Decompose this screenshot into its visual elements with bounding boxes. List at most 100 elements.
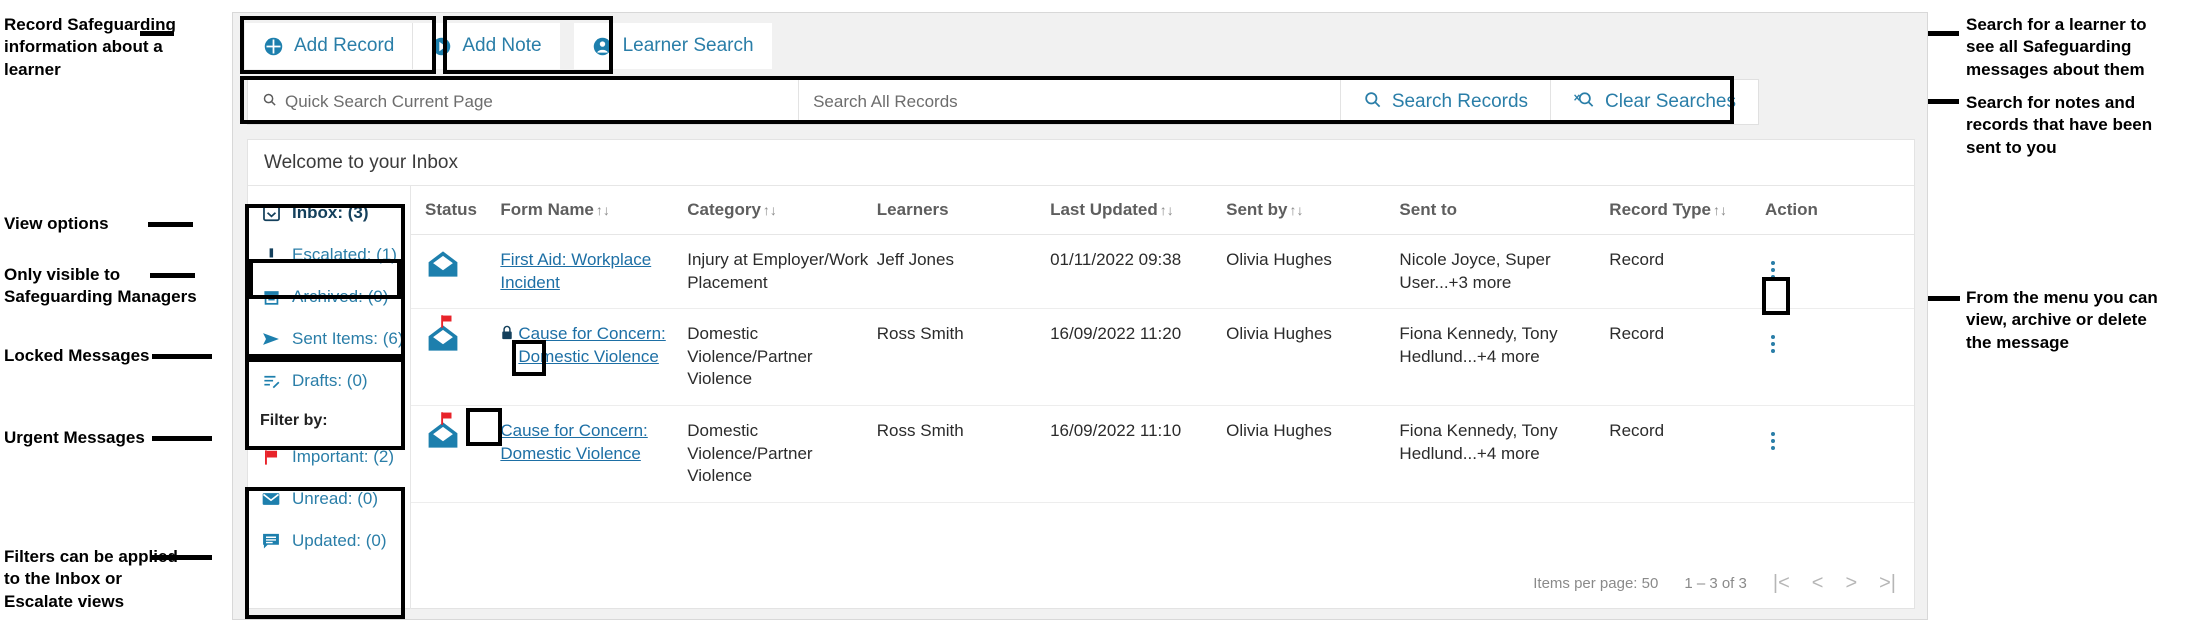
column-category-label: Category — [687, 200, 761, 219]
annotation-record-info: Record Safeguarding information about a … — [4, 15, 176, 79]
column-category[interactable]: Category ↑↓ — [687, 186, 877, 235]
action-menu-button[interactable] — [1765, 257, 1781, 283]
add-record-label: Add Record — [294, 35, 395, 56]
cell-category: Domestic Violence/Partner Violence — [687, 308, 877, 407]
leader-line-record-info — [140, 31, 174, 36]
envelope-open-icon — [425, 251, 461, 283]
filter-item-updated-label: Updated: (0) — [292, 531, 387, 550]
add-record-icon — [263, 36, 284, 57]
prev-page-button[interactable]: < — [1812, 572, 1824, 595]
welcome-heading: Welcome to your Inbox — [248, 140, 1914, 186]
records-table: Status Form Name ↑↓ Category ↑↓ Learners L… — [411, 186, 1914, 503]
sidebar-item-archived[interactable]: Archived: (0) — [248, 276, 410, 318]
cell-learners: Ross Smith — [876, 308, 1051, 407]
form-name-link[interactable]: Cause for Concern: Domestic Violence — [500, 421, 647, 463]
cell-record-type: Record — [1609, 405, 1765, 503]
sidebar-item-inbox[interactable]: Inbox: (3) — [248, 192, 410, 234]
learner-search-button[interactable]: Learner Search — [573, 23, 772, 69]
sidebar-item-drafts[interactable]: Drafts: (0) — [248, 360, 410, 402]
cell-action — [1765, 234, 1914, 310]
column-sent-by-label: Sent by — [1226, 200, 1288, 219]
annotation-safeguarding-managers: Only visible to Safeguarding Managers — [4, 265, 197, 307]
sidebar-item-sent-label: Sent Items: (6) — [292, 329, 404, 348]
search-bar: Quick Search Current Page Search All Rec… — [247, 79, 1759, 125]
sort-icon[interactable]: ↑↓ — [1713, 202, 1727, 218]
first-page-button[interactable]: |< — [1773, 572, 1790, 595]
column-record-type[interactable]: Record Type ↑↓ — [1609, 186, 1765, 235]
search-records-label: Search Records — [1391, 91, 1529, 112]
paginator: Items per page: 50 1 – 3 of 3 |< < > >| — [411, 558, 1914, 609]
sidebar-item-sent[interactable]: Sent Items: (6) — [248, 318, 410, 360]
add-note-icon — [431, 36, 452, 57]
cell-form-name[interactable]: Cause for Concern: Domestic Violence — [500, 405, 688, 503]
cell-sent-by: Olivia Hughes — [1226, 308, 1400, 407]
column-action-label: Action — [1765, 200, 1818, 219]
filter-item-important[interactable]: Important: (2) — [248, 436, 410, 478]
cell-sent-by: Olivia Hughes — [1226, 405, 1400, 503]
last-page-button[interactable]: >| — [1879, 572, 1896, 595]
form-name-with-lock: Cause for Concern: Domestic Violence — [500, 323, 679, 368]
search-records-icon — [1363, 90, 1382, 115]
filter-item-updated[interactable]: Updated: (0) — [248, 520, 410, 562]
record-note-button-group: Add Record Add Note — [245, 23, 560, 69]
column-form-name[interactable]: Form Name ↑↓ — [500, 186, 688, 235]
flag-icon — [260, 448, 282, 467]
filter-item-unread[interactable]: Unread: (0) — [248, 478, 410, 520]
column-sent-to-label: Sent to — [1399, 200, 1458, 219]
next-page-button[interactable]: > — [1845, 572, 1857, 595]
search-records-button[interactable]: Search Records — [1340, 80, 1552, 124]
archive-icon — [260, 288, 282, 307]
all-records-search-input[interactable]: Search All Records — [799, 80, 1341, 124]
records-table-wrapper: Status Form Name ↑↓ Category ↑↓ Learners L… — [411, 186, 1914, 609]
table-header-row: Status Form Name ↑↓ Category ↑↓ Learners L… — [411, 186, 1914, 235]
table-row[interactable]: Cause for Concern: Domestic Violence Dom… — [411, 405, 1914, 503]
column-action: Action — [1765, 186, 1914, 235]
sort-icon[interactable]: ↑↓ — [1290, 202, 1304, 218]
sidebar-item-inbox-label: Inbox: (3) — [292, 203, 369, 222]
table-body: First Aid: Workplace Incident Injury at … — [411, 234, 1914, 503]
sort-icon[interactable]: ↑↓ — [596, 202, 610, 218]
quick-search-placeholder: Quick Search Current Page — [285, 92, 493, 111]
add-note-button[interactable]: Add Note — [412, 23, 560, 69]
search-icon — [262, 92, 277, 112]
annotation-learner-search: Search for a learner to see all Safeguar… — [1966, 15, 2147, 79]
cell-sent-to: Fiona Kennedy, Tony Hedlund...+4 more — [1399, 308, 1610, 407]
action-menu-button[interactable] — [1765, 331, 1781, 357]
person-icon — [592, 36, 613, 57]
cell-record-type: Record — [1609, 308, 1765, 407]
column-learners-label: Learners — [876, 200, 949, 219]
learner-search-label: Learner Search — [622, 35, 754, 56]
items-per-page-label[interactable]: Items per page: 50 — [1533, 575, 1658, 592]
form-name-link[interactable]: First Aid: Workplace Incident — [500, 250, 651, 292]
sidebar-item-escalated[interactable]: Escalated: (1) — [248, 234, 410, 276]
cell-learners: Ross Smith — [876, 405, 1051, 503]
sort-icon[interactable]: ↑↓ — [763, 202, 777, 218]
form-name-link[interactable]: Cause for Concern: Domestic Violence — [518, 323, 679, 368]
sidebar: Inbox: (3) Escalated: (1) Archived: (0) … — [248, 186, 411, 609]
cell-status — [411, 234, 501, 310]
sent-icon — [260, 329, 282, 349]
clear-searches-label: Clear Searches — [1605, 91, 1736, 112]
column-learners: Learners — [876, 186, 1051, 235]
action-menu-button[interactable] — [1765, 428, 1781, 454]
add-note-label: Add Note — [462, 35, 542, 56]
quick-search-input[interactable]: Quick Search Current Page — [248, 80, 800, 124]
column-last-updated[interactable]: Last Updated ↑↓ — [1050, 186, 1227, 235]
sort-icon[interactable]: ↑↓ — [1160, 202, 1174, 218]
add-record-button[interactable]: Add Record — [245, 23, 413, 69]
sidebar-item-archived-label: Archived: (0) — [292, 287, 389, 306]
clear-searches-button[interactable]: Clear Searches — [1551, 80, 1758, 124]
cell-category: Domestic Violence/Partner Violence — [687, 405, 877, 503]
cell-form-name[interactable]: Cause for Concern: Domestic Violence — [500, 308, 688, 407]
application-window: Add Record Add Note Learner Search Quick… — [232, 12, 1928, 620]
card-body: Inbox: (3) Escalated: (1) Archived: (0) … — [248, 186, 1914, 609]
leader-line-view-options — [148, 222, 193, 227]
cell-sent-to: Nicole Joyce, Super User...+3 more — [1399, 234, 1610, 310]
annotated-screenshot: Record Safeguarding information about a … — [0, 0, 2203, 632]
table-row[interactable]: Cause for Concern: Domestic Violence Dom… — [411, 308, 1914, 407]
column-sent-by[interactable]: Sent by ↑↓ — [1226, 186, 1400, 235]
table-row[interactable]: First Aid: Workplace Incident Injury at … — [411, 234, 1914, 310]
cell-form-name[interactable]: First Aid: Workplace Incident — [500, 234, 688, 310]
column-status: Status — [411, 186, 501, 235]
cell-record-type: Record — [1609, 234, 1765, 310]
